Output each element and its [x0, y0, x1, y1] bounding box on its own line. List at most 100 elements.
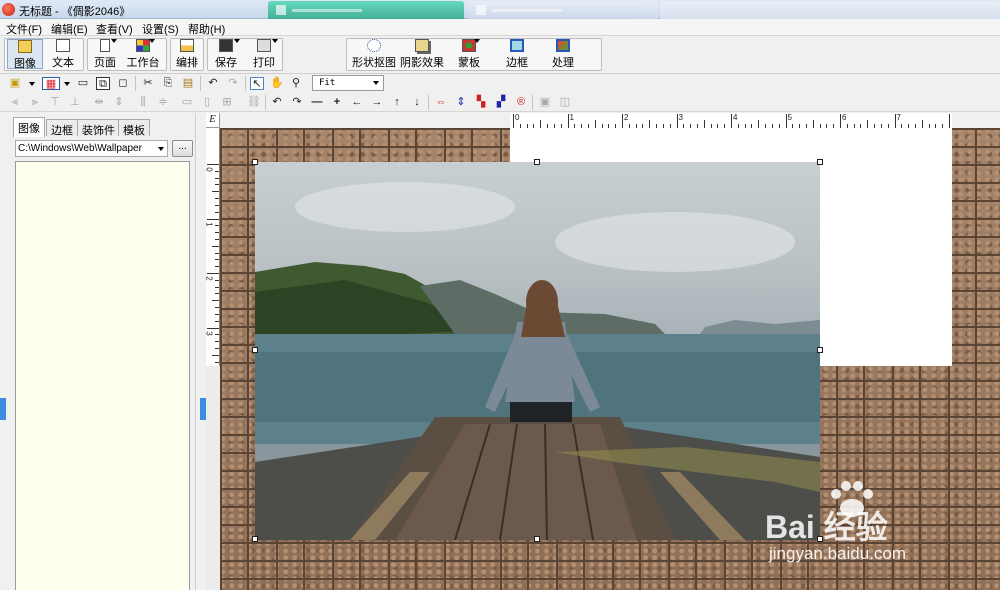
shape-cutout-button[interactable]: 形状抠图: [351, 39, 397, 69]
page-button[interactable]: 页面: [90, 39, 120, 69]
shadow-effect-button[interactable]: 阴影效果: [400, 39, 444, 69]
shape-cutout-icon: [367, 39, 381, 52]
ruler-unit-corner[interactable]: E: [206, 113, 220, 128]
link-icon[interactable]: ⛓: [247, 96, 261, 109]
background-taskbar-tab[interactable]: [660, 1, 1000, 19]
move-right-icon[interactable]: →: [370, 96, 384, 109]
bring-forward-icon[interactable]: ▚: [474, 96, 488, 109]
collapse-left-handle[interactable]: [0, 398, 6, 420]
resize-handle-bottom-left[interactable]: [252, 536, 258, 542]
zoom-magnifier-icon[interactable]: ⚲: [289, 77, 303, 90]
menu-help[interactable]: 帮助(H): [188, 21, 225, 37]
resize-handle-top[interactable]: [534, 159, 540, 165]
page-dropdown-arrow-icon[interactable]: [111, 39, 117, 43]
frame-icon[interactable]: ◻: [116, 77, 130, 90]
copy-icon[interactable]: ⎘: [161, 77, 175, 90]
align-top-icon[interactable]: ⊤: [48, 96, 62, 109]
move-up-icon[interactable]: ↑: [390, 96, 404, 109]
workbench-button[interactable]: 工作台: [124, 39, 162, 69]
tab-decorations[interactable]: 装饰件: [77, 119, 120, 137]
browse-button[interactable]: ...: [172, 140, 193, 157]
fit-height-icon[interactable]: ⇕: [454, 96, 468, 109]
paste-icon[interactable]: ▤: [181, 77, 195, 90]
layout-button[interactable]: 编排: [172, 39, 202, 69]
ruler-tick: [949, 114, 950, 128]
send-backward-icon[interactable]: ▞: [494, 96, 508, 109]
center-vertical-icon[interactable]: ≑: [156, 96, 170, 109]
align-right-icon[interactable]: ⫸: [28, 96, 42, 109]
distribute-horizontal-icon[interactable]: ⇹: [92, 96, 106, 109]
tab-border[interactable]: 边框: [46, 119, 78, 137]
ungroup-icon[interactable]: ◫: [558, 96, 572, 109]
menu-settings[interactable]: 设置(S): [142, 21, 179, 37]
mask-button[interactable]: 蒙板: [452, 39, 486, 69]
ruler-tick: [594, 120, 596, 128]
cut-icon[interactable]: ✂: [141, 77, 155, 90]
flip-horizontal-icon[interactable]: —: [310, 96, 324, 109]
pointer-select-icon[interactable]: ↖: [250, 77, 264, 90]
group-icon[interactable]: ▣: [538, 96, 552, 109]
color-grid-icon[interactable]: ▦: [42, 77, 60, 90]
hand-pan-icon[interactable]: ✋: [270, 77, 284, 90]
background-taskbar-tab[interactable]: [468, 1, 658, 19]
ruler-number: 6: [842, 113, 847, 122]
folder-path-select[interactable]: C:\Windows\Web\Wallpaper: [15, 140, 168, 157]
same-width-icon[interactable]: ▭: [180, 96, 194, 109]
ruler-tick: [215, 286, 219, 288]
border-button[interactable]: 边框: [500, 39, 534, 69]
image-file-list[interactable]: [15, 161, 190, 590]
save-dropdown-arrow-icon[interactable]: [234, 39, 240, 43]
print-dropdown-arrow-icon[interactable]: [272, 39, 278, 43]
ruler-tick: [812, 120, 814, 128]
save-button[interactable]: 保存: [211, 39, 241, 69]
image-button[interactable]: 图像: [7, 39, 43, 70]
align-left-icon[interactable]: ⫷: [8, 96, 22, 109]
mask-dropdown-arrow-icon[interactable]: [474, 39, 480, 43]
same-size-icon[interactable]: ⊞: [220, 96, 234, 109]
rotate-right-icon[interactable]: ↷: [290, 96, 304, 109]
color-grid-dropdown-arrow-icon[interactable]: [64, 82, 70, 86]
slideshow-icon[interactable]: ▭: [76, 77, 90, 90]
workbench-dropdown-arrow-icon[interactable]: [149, 39, 155, 43]
resize-handle-top-right[interactable]: [817, 159, 823, 165]
align-bottom-icon[interactable]: ⊥: [68, 96, 82, 109]
copy-frame-icon[interactable]: ⧉: [96, 77, 110, 90]
background-taskbar-tab[interactable]: [268, 1, 464, 19]
undo-icon[interactable]: ↶: [206, 77, 220, 90]
resize-handle-left[interactable]: [252, 347, 258, 353]
distribute-vertical-icon[interactable]: ⇕: [112, 96, 126, 109]
move-down-icon[interactable]: ↓: [410, 96, 424, 109]
fit-width-icon[interactable]: ⇔: [434, 96, 448, 109]
tab-templates[interactable]: 模板: [118, 119, 150, 137]
new-object-icon[interactable]: ▣: [8, 77, 22, 90]
ruler-tick: [215, 198, 219, 200]
design-canvas[interactable]: Bai 经验 jingyan.baidu.com: [220, 128, 1000, 590]
ruler-tick: [207, 273, 219, 274]
tab-image[interactable]: 图像: [13, 117, 45, 137]
menu-file[interactable]: 文件(F): [6, 21, 42, 37]
rotate-left-icon[interactable]: ↶: [270, 96, 284, 109]
chevron-down-icon: [373, 81, 379, 85]
center-horizontal-icon[interactable]: ⫼: [136, 96, 150, 109]
workbench-icon: [136, 39, 150, 52]
resize-handle-right[interactable]: [817, 347, 823, 353]
new-object-dropdown-arrow-icon[interactable]: [29, 82, 35, 86]
menu-view[interactable]: 查看(V): [96, 21, 133, 37]
menu-edit[interactable]: 编辑(E): [51, 21, 88, 37]
zoom-select[interactable]: Fit: [312, 75, 384, 91]
text-button[interactable]: 文本: [46, 39, 80, 69]
panel-splitter[interactable]: [196, 113, 206, 590]
resize-handle-bottom[interactable]: [534, 536, 540, 542]
selected-photo[interactable]: [255, 162, 820, 540]
border-frame-icon: [510, 39, 524, 52]
process-button[interactable]: 处理: [546, 39, 580, 69]
move-left-icon[interactable]: ←: [350, 96, 364, 109]
menu-bar: 文件(F) 编辑(E) 查看(V) 设置(S) 帮助(H): [0, 19, 1000, 36]
reset-icon[interactable]: ®: [514, 96, 528, 109]
same-height-icon[interactable]: ▯: [200, 96, 214, 109]
redo-icon[interactable]: ↷: [226, 77, 240, 90]
resize-handle-top-left[interactable]: [252, 159, 258, 165]
open-folder-icon: [18, 40, 32, 53]
flip-vertical-icon[interactable]: +: [330, 96, 344, 109]
print-button[interactable]: 打印: [249, 39, 279, 69]
